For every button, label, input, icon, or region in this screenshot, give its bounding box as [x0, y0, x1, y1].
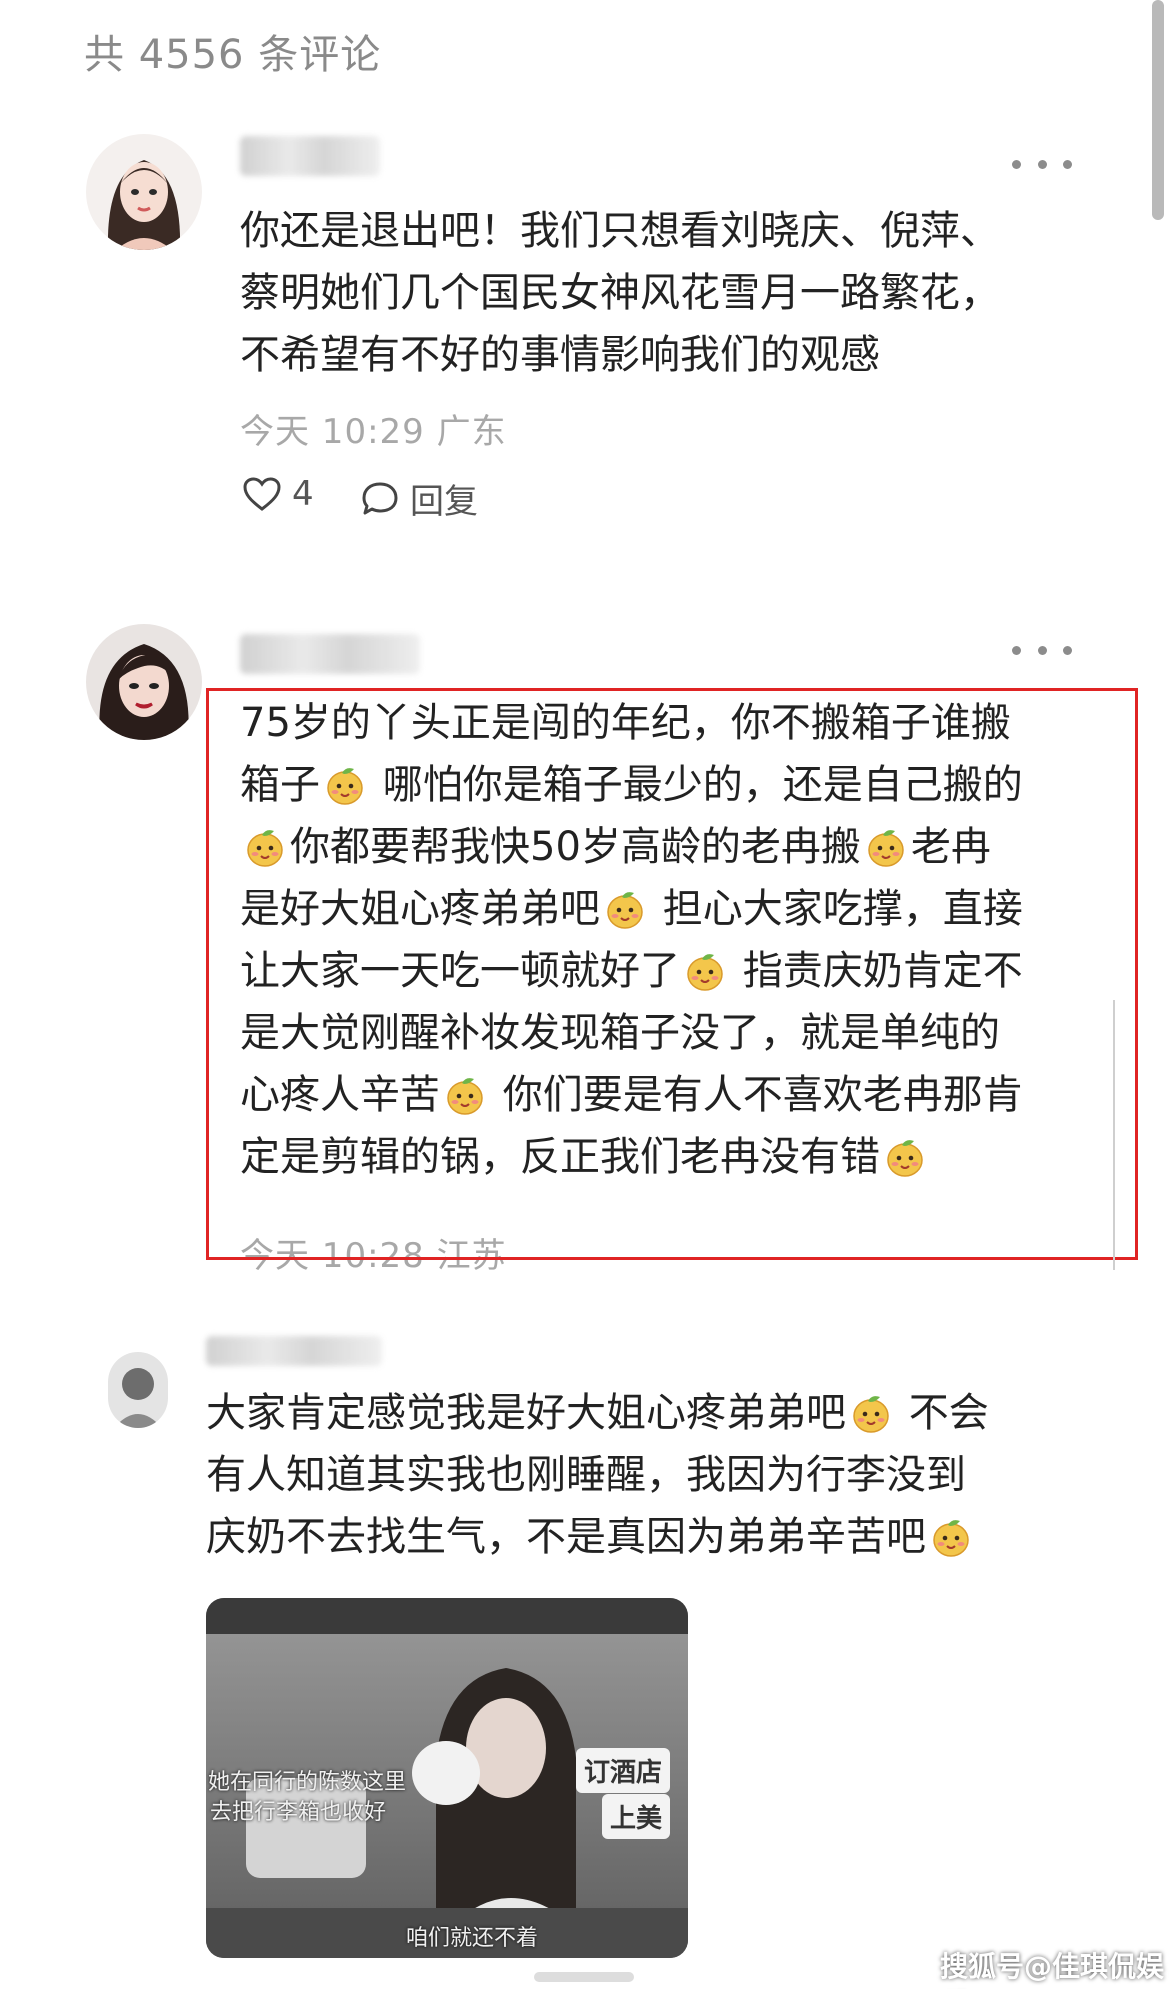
divider	[1113, 1000, 1115, 1270]
attached-photo[interactable]: 她在同行的陈数这里 去把行李箱也收好 订酒店 上美 咱们就还不着	[206, 1598, 688, 1958]
photo-sign: 订酒店	[576, 1748, 671, 1793]
watermark: 搜狐号@佳琪侃娱乐	[940, 1950, 1165, 1983]
reply-button[interactable]: 回复	[360, 474, 478, 523]
comment-line: 大家肯定感觉我是好大姐心疼弟弟吧 不会	[206, 1382, 1086, 1444]
photo-caption: 咱们就还不着	[406, 1926, 539, 1951]
comment-line: 有人知道其实我也刚睡醒，我因为行李没到	[206, 1452, 966, 1498]
peach-face-emoji-icon	[850, 1390, 892, 1433]
comment-fragment: 不会	[908, 1390, 989, 1436]
comment-text: 大家肯定感觉我是好大姐心疼弟弟吧 不会 有人知道其实我也刚睡醒，我因为行李没到 …	[206, 1382, 1086, 1568]
heart-icon	[243, 477, 281, 511]
scrollbar[interactable]	[1152, 0, 1164, 220]
comment-fragment: 庆奶不去找生气，不是真因为弟弟辛苦吧	[206, 1514, 926, 1560]
more-icon[interactable]	[1012, 640, 1072, 660]
comment-line: 庆奶不去找生气，不是真因为弟弟辛苦吧	[206, 1506, 1086, 1568]
comment-line: 你还是退出吧！我们只想看刘晓庆、倪萍、	[240, 208, 1000, 254]
comment-time-location: 今天 10:29 广东	[240, 412, 507, 452]
username-blurred[interactable]	[206, 1336, 382, 1366]
avatar[interactable]	[86, 134, 202, 250]
photo-sign: 上美	[602, 1794, 671, 1839]
comment-line: 蔡明她们几个国民女神风花雪月一路繁花，	[240, 270, 1000, 316]
avatar[interactable]	[86, 624, 202, 740]
speech-bubble-icon	[362, 482, 398, 514]
more-icon[interactable]	[1012, 154, 1072, 174]
username-blurred[interactable]	[240, 136, 380, 176]
avatar[interactable]	[108, 1352, 168, 1428]
highlight-box	[206, 688, 1138, 1260]
comment-fragment: 大家肯定感觉我是好大姐心疼弟弟吧	[206, 1390, 846, 1436]
comment-count: 共 4556 条评论	[84, 32, 382, 78]
like-count: 4	[292, 474, 314, 514]
reply-label: 回复	[410, 482, 478, 522]
photo-subtitle: 她在同行的陈数这里	[208, 1770, 407, 1795]
comment-line: 不希望有不好的事情影响我们的观感	[240, 332, 880, 378]
home-indicator	[534, 1972, 634, 1982]
comment-text: 你还是退出吧！我们只想看刘晓庆、倪萍、 蔡明她们几个国民女神风花雪月一路繁花， …	[240, 200, 1100, 386]
peach-face-emoji-icon	[930, 1514, 972, 1557]
username-blurred[interactable]	[240, 634, 420, 674]
photo-subtitle: 去把行李箱也收好	[210, 1800, 387, 1825]
like-button[interactable]: 4	[242, 474, 314, 514]
